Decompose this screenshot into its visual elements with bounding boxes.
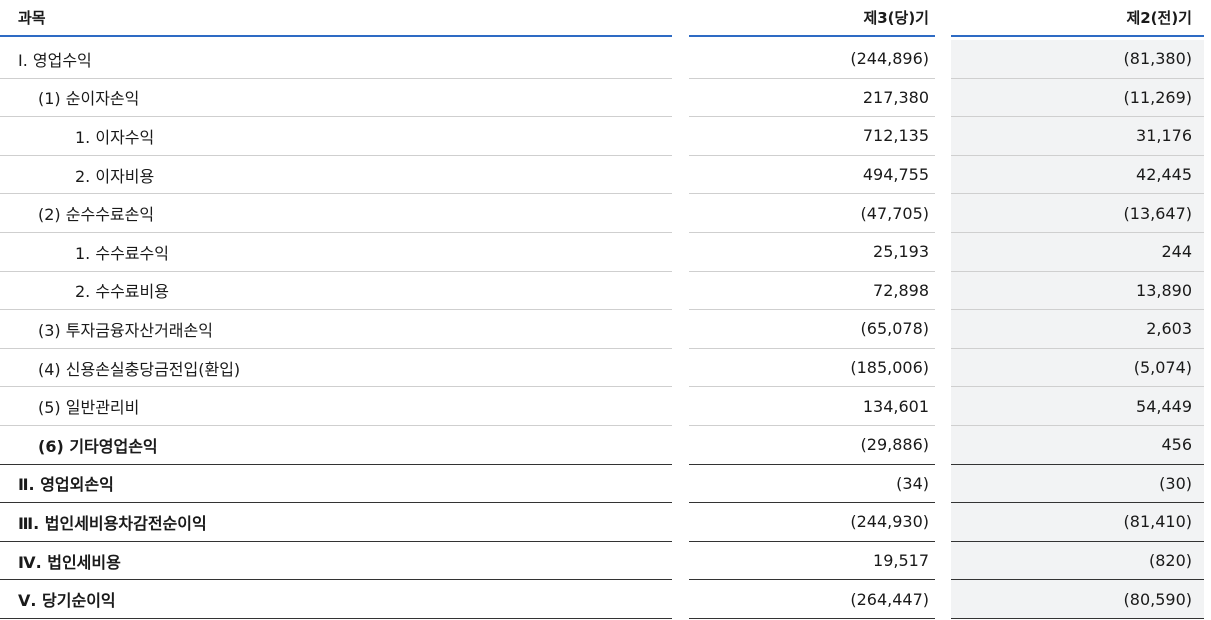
- row-subject: (2) 순수수료손익: [0, 194, 672, 233]
- header-current-period: 제3(당)기: [689, 0, 935, 37]
- table-row: 2. 이자비용 494,755 42,445: [0, 155, 1211, 195]
- row-subject: 1. 수수료수익: [0, 233, 672, 272]
- table-row: 1. 이자수익 712,135 31,176: [0, 117, 1211, 156]
- row-previous-value: (820): [951, 541, 1204, 581]
- row-current-value: 134,601: [689, 387, 935, 426]
- row-current-value: (244,930): [689, 503, 935, 542]
- table-row: Ⅳ. 법인세비용 19,517 (820): [0, 541, 1211, 581]
- row-previous-value: 244: [951, 232, 1204, 272]
- row-current-value: (185,006): [689, 349, 935, 388]
- row-current-value: 19,517: [689, 542, 935, 581]
- row-subject-label: (4) 신용손실충당금전입(환입): [38, 359, 241, 379]
- row-subject-label: Ⅴ. 당기순이익: [18, 591, 116, 611]
- table-header: 과목 제3(당)기 제2(전)기: [0, 0, 1211, 39]
- row-previous-value: 54,449: [951, 387, 1204, 426]
- row-current-value: 217,380: [689, 79, 935, 118]
- row-previous-value: 31,176: [951, 117, 1204, 156]
- table-row: Ⅱ. 영업외손익 (34) (30): [0, 464, 1211, 504]
- row-subject: 1. 이자수익: [0, 117, 672, 156]
- row-subject-label: (5) 일반관리비: [38, 398, 140, 418]
- row-current-value: 494,755: [689, 156, 935, 195]
- row-subject: 2. 수수료비용: [0, 272, 672, 311]
- row-current-value: (264,447): [689, 580, 935, 619]
- row-previous-value: 42,445: [951, 155, 1204, 195]
- row-current-value: (47,705): [689, 194, 935, 233]
- table-row: (2) 순수수료손익 (47,705) (13,647): [0, 194, 1211, 233]
- row-subject: (5) 일반관리비: [0, 387, 672, 426]
- row-subject-label: 2. 이자비용: [75, 166, 155, 186]
- row-previous-value: 2,603: [951, 310, 1204, 349]
- table-row: (3) 투자금융자산거래손익 (65,078) 2,603: [0, 310, 1211, 349]
- row-subject: (3) 투자금융자산거래손익: [0, 310, 672, 349]
- row-subject: Ⅴ. 당기순이익: [0, 580, 672, 619]
- row-subject: (4) 신용손실충당금전입(환입): [0, 349, 672, 388]
- row-current-value: 72,898: [689, 272, 935, 311]
- row-previous-value: (30): [951, 464, 1204, 504]
- row-previous-value: 456: [951, 425, 1204, 465]
- row-subject-label: 2. 수수료비용: [75, 282, 169, 302]
- row-previous-value: (13,647): [951, 194, 1204, 233]
- row-previous-value: (80,590): [951, 580, 1204, 619]
- row-subject-label: 1. 이자수익: [75, 127, 155, 147]
- table-row: Ⅲ. 법인세비용차감전순이익 (244,930) (81,410): [0, 503, 1211, 542]
- row-subject-label: (3) 투자금융자산거래손익: [38, 320, 213, 340]
- row-subject-label: Ⅲ. 법인세비용차감전순이익: [18, 513, 207, 533]
- row-subject-label: (2) 순수수료손익: [38, 205, 155, 225]
- row-current-value: (29,886): [689, 426, 935, 465]
- row-current-value: 712,135: [689, 117, 935, 156]
- row-current-value: 25,193: [689, 233, 935, 272]
- row-subject-label: Ⅱ. 영업외손익: [18, 475, 114, 495]
- row-subject-label: (1) 순이자손익: [38, 89, 140, 109]
- row-previous-value: (11,269): [951, 78, 1204, 118]
- table-row: (5) 일반관리비 134,601 54,449: [0, 387, 1211, 426]
- row-subject: Ⅲ. 법인세비용차감전순이익: [0, 503, 672, 542]
- row-current-value: (34): [689, 465, 935, 504]
- row-previous-value: (81,380): [951, 40, 1204, 79]
- row-subject: 2. 이자비용: [0, 156, 672, 195]
- income-statement-table: 과목 제3(당)기 제2(전)기 Ⅰ. 영업수익 (244,896) (81,380…: [0, 0, 1211, 620]
- table-row: Ⅴ. 당기순이익 (264,447) (80,590): [0, 580, 1211, 619]
- row-subject: (6) 기타영업손익: [0, 426, 672, 465]
- table-row: (1) 순이자손익 217,380 (11,269): [0, 78, 1211, 118]
- row-subject: (1) 순이자손익: [0, 79, 672, 118]
- row-subject-label: (6) 기타영업손익: [38, 436, 158, 456]
- table-row: (4) 신용손실충당금전입(환입) (185,006) (5,074): [0, 348, 1211, 388]
- header-previous-period: 제2(전)기: [951, 0, 1204, 37]
- table-row: Ⅰ. 영업수익 (244,896) (81,380): [0, 40, 1211, 79]
- header-subject: 과목: [0, 0, 672, 37]
- row-subject: Ⅳ. 법인세비용: [0, 542, 672, 581]
- table-body: Ⅰ. 영업수익 (244,896) (81,380) (1) 순이자손익 217,380…: [0, 40, 1211, 619]
- row-current-value: (65,078): [689, 310, 935, 349]
- row-previous-value: (5,074): [951, 348, 1204, 388]
- table-row: 1. 수수료수익 25,193 244: [0, 232, 1211, 272]
- row-previous-value: (81,410): [951, 503, 1204, 542]
- row-subject: Ⅰ. 영업수익: [0, 40, 672, 79]
- row-subject-label: Ⅰ. 영업수익: [18, 50, 92, 70]
- table-row: (6) 기타영업손익 (29,886) 456: [0, 425, 1211, 465]
- row-subject-label: 1. 수수료수익: [75, 243, 169, 263]
- table-row: 2. 수수료비용 72,898 13,890: [0, 271, 1211, 311]
- row-current-value: (244,896): [689, 40, 935, 79]
- row-subject-label: Ⅳ. 법인세비용: [18, 552, 121, 572]
- row-subject: Ⅱ. 영업외손익: [0, 465, 672, 504]
- row-previous-value: 13,890: [951, 271, 1204, 311]
